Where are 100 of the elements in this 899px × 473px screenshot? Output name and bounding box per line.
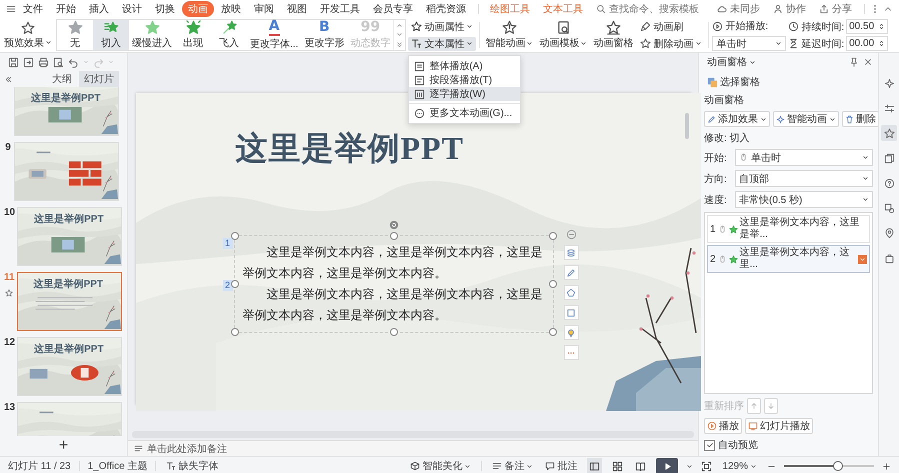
item-menu-button[interactable]: [858, 254, 867, 264]
menu-tab[interactable]: 文件: [17, 1, 49, 17]
wipe-star-icon: [104, 20, 118, 35]
slideshow-button[interactable]: 幻灯片播放: [745, 418, 813, 434]
collapse-icon[interactable]: [566, 229, 576, 240]
fit-icon[interactable]: [701, 460, 712, 472]
zoom-in-icon[interactable]: [882, 462, 891, 470]
rotate-handle[interactable]: [388, 220, 398, 230]
menu-tab[interactable]: 开发工具: [314, 1, 366, 17]
time-spinner[interactable]: 00.50: [846, 19, 888, 34]
menu-tab[interactable]: 审阅: [248, 1, 280, 17]
slide-thumbnail[interactable]: 这里是举例PPT: [14, 87, 119, 136]
field-label: 开始:: [704, 152, 728, 164]
missing-font-button[interactable]: 缺失字体: [164, 458, 220, 473]
caret-icon: [695, 40, 702, 47]
export-icon[interactable]: [23, 56, 34, 68]
expand-icon[interactable]: [396, 40, 404, 48]
caret-icon: [466, 40, 474, 47]
menu-item[interactable]: 整体播放(A): [409, 59, 520, 73]
ribbon-button[interactable]: 智能动画: [483, 18, 536, 52]
menu-item[interactable]: 按段落播放(T): [409, 73, 520, 87]
zoom-button[interactable]: 129%: [720, 458, 759, 473]
scroll-up-icon[interactable]: [396, 22, 404, 30]
arrow-down-icon: [767, 402, 775, 410]
view-button[interactable]: [587, 458, 602, 473]
frame-button[interactable]: [564, 305, 578, 320]
collapse-icon[interactable]: [4, 74, 13, 84]
effect-button[interactable]: B 更改字形: [301, 20, 348, 50]
undo-icon[interactable]: [68, 56, 79, 68]
menu-item[interactable]: 更多文本动画(G)...: [409, 106, 520, 120]
zoom-thumb[interactable]: [833, 461, 843, 471]
menu-icon[interactable]: [6, 4, 16, 14]
animation-item[interactable]: 2 这里是举例文本内容，这里...: [707, 245, 870, 273]
pane-button[interactable]: 添加效果: [704, 111, 770, 127]
time-spinner[interactable]: 00.00: [846, 36, 888, 51]
close-icon[interactable]: [863, 57, 873, 67]
scrollbar[interactable]: [684, 113, 688, 139]
pane-title-button[interactable]: 动画窗格: [704, 55, 759, 69]
star-tab[interactable]: [881, 125, 897, 141]
select-pane-button[interactable]: 选择窗格: [704, 75, 763, 89]
slide-thumbnail[interactable]: 这里是举例PPT: [16, 272, 122, 331]
pen-button[interactable]: [564, 265, 578, 280]
menu-tab[interactable]: 切换: [149, 1, 181, 17]
panel-tab[interactable]: 幻灯片: [79, 71, 119, 87]
menu-tab[interactable]: 会员专享: [367, 1, 419, 17]
beautify-button[interactable]: 智能美化: [408, 458, 474, 473]
play-button[interactable]: 播放: [704, 418, 742, 434]
effect-button[interactable]: 切入: [93, 20, 129, 50]
properties-button[interactable]: 动画属性: [408, 20, 476, 34]
start-select[interactable]: 单击时: [712, 36, 786, 51]
ribbon-button[interactable]: 动画刷: [637, 20, 706, 34]
bag-icon: [884, 252, 894, 264]
play-button[interactable]: [656, 458, 678, 473]
effect-button[interactable]: 缓慢进入: [129, 20, 175, 50]
effect-button[interactable]: 飞入: [211, 20, 247, 50]
slide-title: 这里是举例PPT: [236, 129, 464, 168]
properties-button[interactable]: 文本属性: [408, 36, 476, 50]
effect-button[interactable]: 无: [57, 20, 93, 50]
play-circle-icon: [707, 421, 717, 431]
notes-button[interactable]: 备注: [490, 458, 536, 473]
slide-number: 11: [4, 272, 15, 283]
menu-item[interactable]: 逐字播放(W): [409, 87, 520, 101]
pin-icon[interactable]: [849, 57, 859, 67]
effect-button[interactable]: 出现: [175, 20, 211, 50]
ribbon-button[interactable]: 动画窗格: [591, 18, 636, 52]
delete-button[interactable]: 删除: [842, 111, 879, 127]
shape-button[interactable]: [564, 285, 578, 300]
scroll-down-icon[interactable]: [396, 31, 404, 38]
menu-tab[interactable]: 放映: [215, 1, 247, 17]
dropdown-field[interactable]: 单击时: [735, 149, 873, 166]
print-preview-icon[interactable]: [53, 56, 64, 68]
pane-button[interactable]: 智能动画: [773, 111, 839, 127]
dropdown-field[interactable]: 自顶部: [735, 170, 873, 187]
save-icon[interactable]: [8, 56, 19, 68]
slide-thumbnail[interactable]: 这里是举例PPT: [17, 337, 122, 396]
arrow-up-icon: [750, 402, 758, 410]
sync-button[interactable]: 未同步: [711, 1, 766, 17]
print-icon[interactable]: [38, 56, 49, 68]
collaborate-button[interactable]: 协作: [767, 1, 812, 17]
effect-button[interactable]: A 更改字体...: [247, 20, 302, 50]
comments-button[interactable]: 批注: [543, 458, 580, 473]
checkbox[interactable]: [704, 440, 715, 450]
menu-tab[interactable]: 视图: [281, 1, 313, 17]
notes-field[interactable]: 单击此处添加备注: [128, 440, 698, 456]
bulb-button[interactable]: [564, 325, 578, 340]
animation-item[interactable]: 1 这里是举例文本内容，这里是举...: [707, 215, 870, 243]
layers-button[interactable]: [564, 245, 578, 260]
menu-tab[interactable]: 稻壳资源: [420, 1, 472, 17]
dropdown-field[interactable]: 非常快(0.5 秒): [735, 191, 873, 208]
add-slide-button[interactable]: +: [50, 438, 76, 454]
slide-thumbnail[interactable]: 这里是举例PPT: [17, 207, 122, 266]
preview-button[interactable]: 预览效果: [2, 18, 54, 52]
share-button[interactable]: 分享: [813, 1, 858, 17]
menu-tab[interactable]: 设计: [116, 1, 148, 17]
menu-tab[interactable]: 插入: [83, 1, 115, 17]
ribbon-button[interactable]: 删除动画: [637, 36, 706, 50]
ribbon-button[interactable]: 动画模板: [537, 18, 590, 52]
search-field[interactable]: 查找命令、搜索模板: [609, 4, 710, 14]
panel-tab[interactable]: 大纲: [47, 71, 77, 87]
menu-tab[interactable]: 开始: [50, 1, 82, 17]
